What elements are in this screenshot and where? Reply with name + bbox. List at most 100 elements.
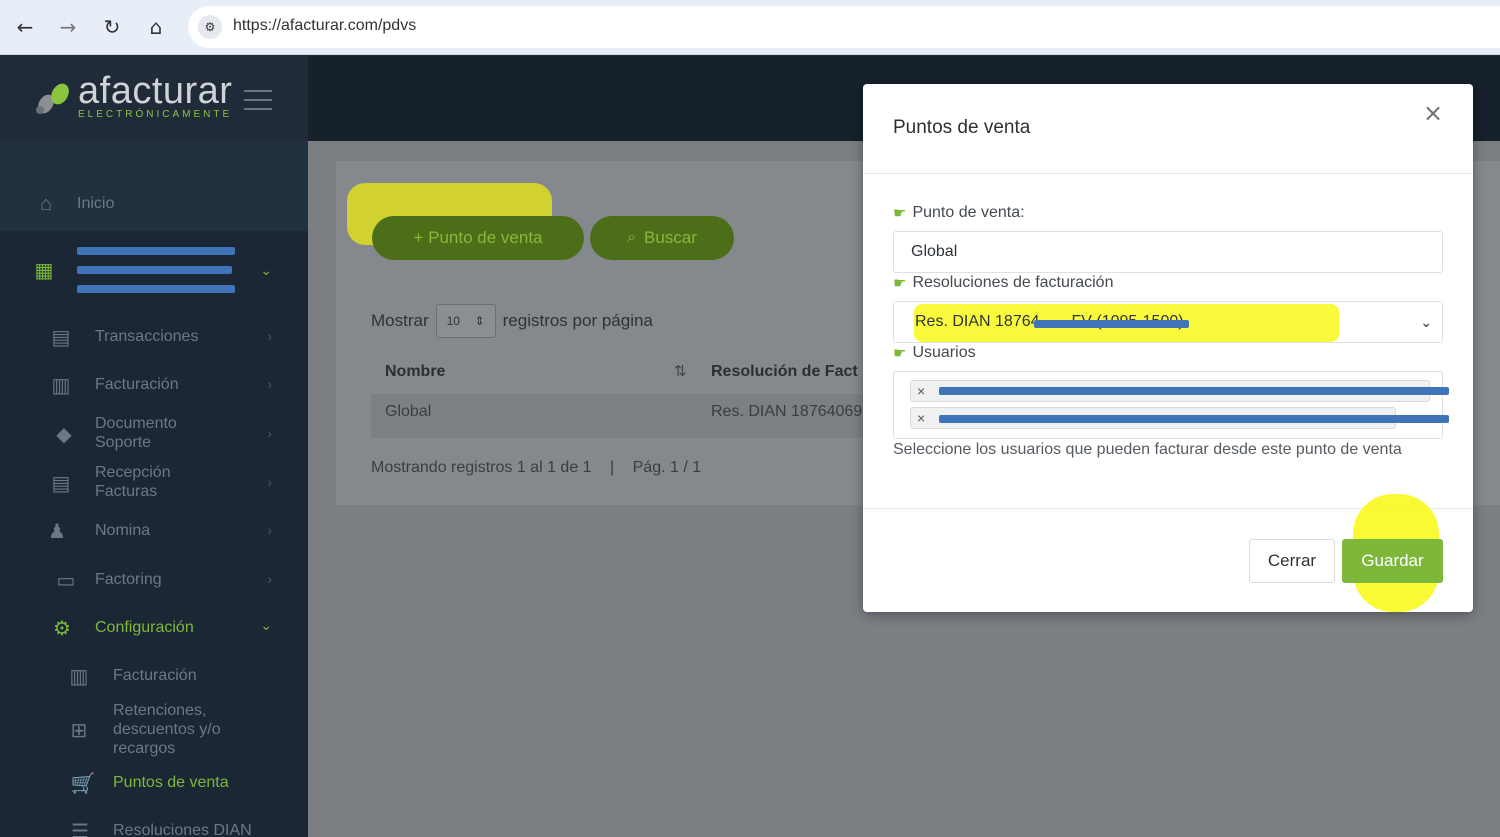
- cell-nombre: Global: [385, 403, 432, 420]
- sidebar-item-label: Resoluciones DIAN: [113, 822, 252, 837]
- sort-updown-icon: ⇕: [474, 314, 485, 328]
- guardar-button[interactable]: Guardar: [1342, 539, 1443, 583]
- address-bar[interactable]: ⚙ https://afacturar.com/pdvs: [188, 6, 1500, 48]
- building-icon: ▦: [34, 259, 54, 282]
- redacted-user: [939, 415, 1449, 423]
- plus-square-icon: ⊞: [70, 719, 88, 742]
- add-punto-de-venta-button[interactable]: + Punto de venta: [372, 216, 584, 260]
- sidebar-item-factoring[interactable]: ▭ Factoring ›: [0, 569, 308, 592]
- sidebar-item-label: Configuración: [95, 619, 194, 636]
- page-info: Pág. 1 / 1: [632, 459, 702, 476]
- remove-tag-icon[interactable]: ×: [917, 383, 925, 399]
- cerrar-button[interactable]: Cerrar: [1249, 539, 1335, 583]
- invoice-icon: ▥: [51, 374, 71, 397]
- url-text[interactable]: https://afacturar.com/pdvs: [233, 17, 416, 35]
- logo-subtitle: ELECTRÓNICAMENTE: [78, 109, 233, 120]
- sidebar-subitem-puntos-de-venta[interactable]: 🛒 Puntos de venta: [0, 772, 308, 795]
- redacted-user: [939, 387, 1449, 395]
- home-icon[interactable]: ⌂: [141, 12, 171, 42]
- close-icon[interactable]: ×: [1422, 101, 1444, 125]
- sidebar-home-band: [0, 141, 308, 231]
- cart-icon: 🛒: [70, 772, 96, 795]
- chevron-right-icon: ›: [267, 425, 272, 441]
- sidebar-item-label: Inicio: [77, 195, 115, 212]
- sidebar-subitem-retenciones[interactable]: ⊞ Retenciones, descuentos y/o recargos: [0, 701, 308, 759]
- pagination-info: Mostrando registros 1 al 1 de 1 | Pág. 1…: [371, 459, 701, 477]
- records-info: Mostrando registros 1 al 1 de 1: [371, 459, 592, 476]
- sidebar-subitem-facturacion[interactable]: ▥ Facturación: [0, 665, 308, 688]
- page-size-row: Mostrar 10 ⇕ registros por página: [371, 304, 653, 338]
- divider: [863, 173, 1473, 174]
- sidebar-item-configuracion[interactable]: ⚙ Configuración ⌄: [0, 617, 308, 640]
- clipboard-icon: ▤: [51, 326, 71, 349]
- punto-de-venta-input[interactable]: Global: [893, 231, 1443, 273]
- gear-icon: ⚙: [53, 617, 71, 640]
- redacted-name-line: [77, 247, 235, 255]
- column-header-label: Nombre: [385, 363, 446, 380]
- search-button[interactable]: ⌕ Buscar: [590, 216, 734, 260]
- chevron-down-icon: ⌄: [260, 262, 272, 278]
- chevron-right-icon: ›: [267, 376, 272, 392]
- sidebar-item-transacciones[interactable]: ▤ Transacciones ›: [0, 326, 308, 349]
- sidebar-item-nomina[interactable]: ♟ Nomina ›: [0, 520, 308, 543]
- tags-icon: ◆: [56, 423, 72, 446]
- usuarios-multiselect[interactable]: × ×: [893, 371, 1449, 439]
- sidebar-item-label: Retenciones, descuentos y/o recargos: [113, 702, 221, 757]
- person-icon: ♟: [48, 520, 66, 543]
- invoice-icon: ▥: [69, 665, 89, 688]
- per-page-label: registros por página: [502, 311, 653, 330]
- clipboard-list-icon: ▤: [51, 472, 71, 495]
- field-label-resoluciones: ☛ Resoluciones de facturación: [893, 274, 1113, 292]
- resoluciones-select[interactable]: Res. DIAN 18764 ... - FV (1095-1500) ⌄: [893, 301, 1443, 343]
- sidebar-item-inicio[interactable]: ⌂ Inicio: [0, 193, 308, 215]
- sidebar-item-company[interactable]: ▦ ⌄: [0, 242, 308, 298]
- field-label-text-res: Resoluciones de facturación: [912, 274, 1114, 291]
- money-icon: ▭: [56, 569, 76, 592]
- sidebar: afacturar ELECTRÓNICAMENTE ⌂ Inicio ▦ ⌄ …: [0, 56, 308, 837]
- forward-arrow-icon[interactable]: →: [53, 12, 83, 42]
- chevron-right-icon: ›: [267, 474, 272, 490]
- input-value: Global: [911, 243, 958, 260]
- home-icon: ⌂: [39, 192, 53, 215]
- reload-icon[interactable]: ↻: [97, 12, 127, 42]
- sort-icon[interactable]: ⇅: [674, 362, 687, 380]
- chevron-right-icon: ›: [267, 522, 272, 538]
- sidebar-item-recepcion-facturas[interactable]: ▤ Recepción Facturas ›: [0, 463, 308, 503]
- modal-title: Puntos de venta: [893, 117, 1031, 138]
- sidebar-item-facturacion[interactable]: ▥ Facturación ›: [0, 374, 308, 397]
- sidebar-item-label: Puntos de venta: [113, 774, 229, 791]
- logo-text: afacturar: [78, 70, 233, 112]
- chevron-down-icon: ⌄: [260, 617, 272, 633]
- field-label-text: Usuarios: [912, 344, 976, 361]
- sidebar-item-documento-soporte[interactable]: ◆ Documento Soporte ›: [0, 414, 308, 454]
- field-label-punto-de-venta: ☛ Punto de venta:: [893, 204, 1025, 222]
- hand-pointer-icon: ☛: [893, 275, 907, 292]
- sidebar-item-label: Factoring: [95, 571, 162, 588]
- sidebar-item-label: Recepción Facturas: [95, 464, 171, 500]
- sidebar-item-label: Transacciones: [95, 328, 199, 345]
- field-label-usuarios: ☛ Usuarios: [893, 344, 976, 362]
- redacted-name-line: [77, 266, 232, 274]
- column-header-nombre[interactable]: Nombre: [385, 350, 685, 394]
- list-icon: ☰: [71, 820, 89, 837]
- puntos-de-venta-modal: Puntos de venta × ☛ Punto de venta: Glob…: [863, 84, 1473, 612]
- show-label: Mostrar: [371, 311, 429, 330]
- usuarios-help-text: Seleccione los usuarios que pueden factu…: [893, 441, 1402, 458]
- hand-pointer-icon: ☛: [893, 345, 907, 362]
- hamburger-menu-icon[interactable]: [244, 90, 272, 112]
- logo-icon: [36, 83, 69, 114]
- back-arrow-icon[interactable]: ←: [10, 12, 40, 42]
- sidebar-item-label: Documento Soporte: [95, 415, 177, 451]
- sidebar-item-label: Facturación: [95, 376, 179, 393]
- browser-toolbar: ← → ↻ ⌂ ⚙ https://afacturar.com/pdvs: [0, 0, 1500, 55]
- redacted-name-line: [77, 285, 235, 293]
- remove-tag-icon[interactable]: ×: [917, 410, 925, 426]
- page-size-select[interactable]: 10 ⇕: [435, 304, 496, 338]
- sidebar-subitem-resoluciones-dian[interactable]: ☰ Resoluciones DIAN: [0, 820, 308, 837]
- hand-pointer-icon: ☛: [893, 205, 907, 222]
- site-info-icon[interactable]: ⚙: [198, 15, 222, 39]
- sidebar-item-label: Facturación: [113, 667, 197, 684]
- search-icon: ⌕: [627, 229, 637, 246]
- logo-area: afacturar ELECTRÓNICAMENTE: [0, 56, 308, 141]
- sidebar-item-label: Nomina: [95, 522, 151, 539]
